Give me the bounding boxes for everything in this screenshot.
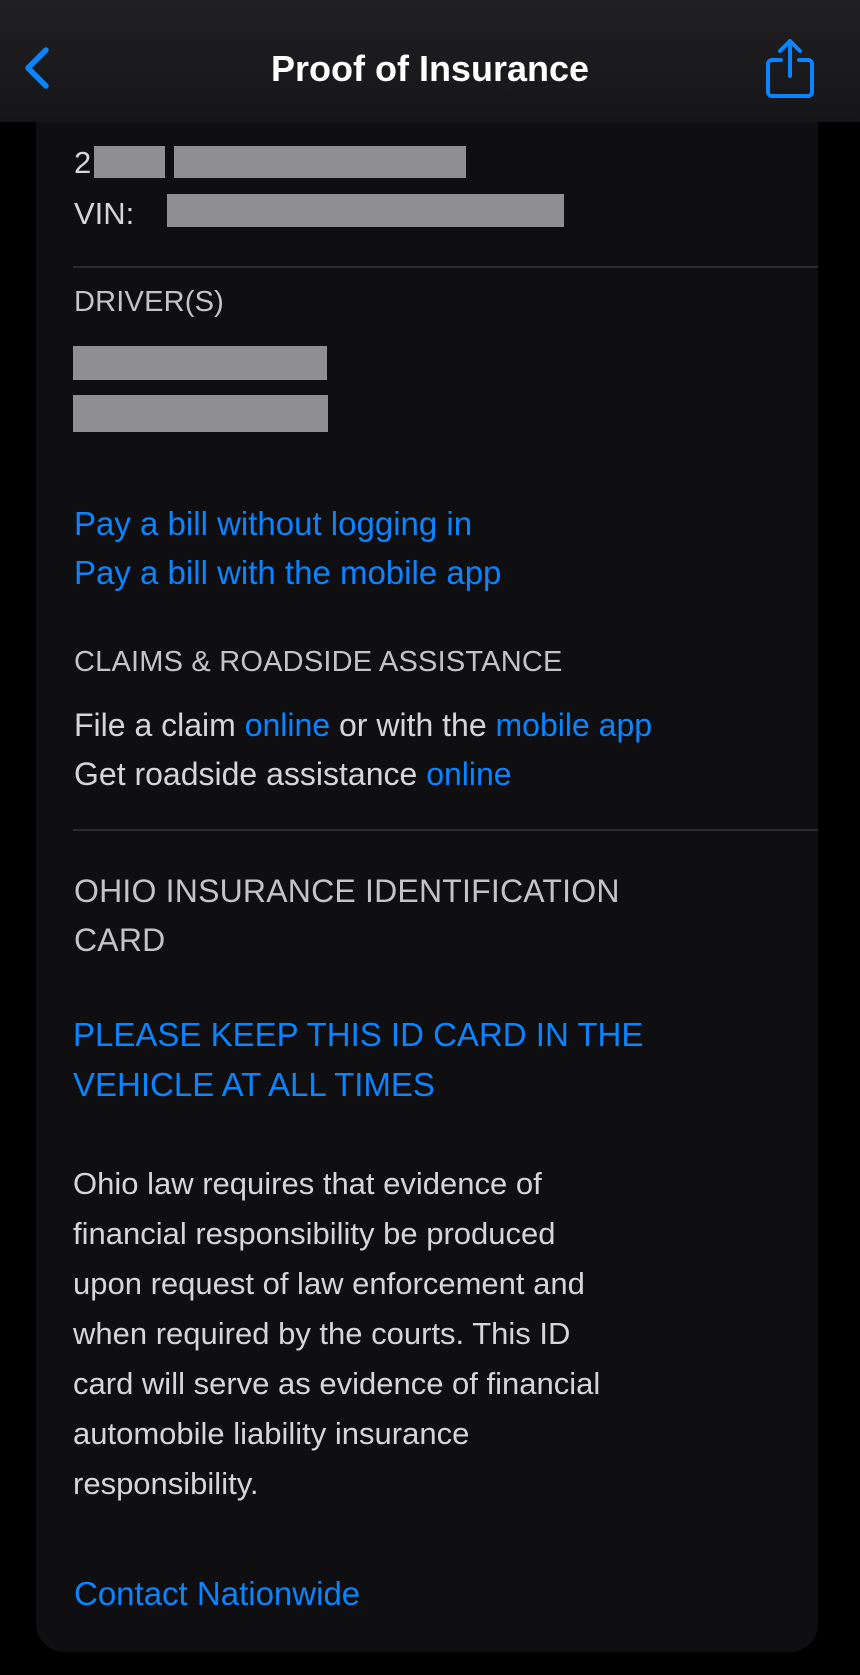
contact-nationwide-link[interactable]: Contact Nationwide [74,1575,360,1613]
file-claim-online-link[interactable]: online [245,707,330,743]
navigation-bar: Proof of Insurance [0,0,860,122]
law-text-line: financial responsibility be produced [73,1216,556,1251]
claims-heading: CLAIMS & ROADSIDE ASSISTANCE [74,646,563,678]
page-title: Proof of Insurance [270,48,590,89]
redacted-driver-2 [73,395,328,432]
file-claim-text: File a claim [74,707,236,743]
law-text-line: upon request of law enforcement and [73,1266,585,1301]
keep-card-notice-line-1: PLEASE KEEP THIS ID CARD IN THE [73,1016,644,1053]
roadside-online-link[interactable]: online [426,756,511,792]
share-button[interactable] [764,38,816,100]
vehicle-year: 2 [74,145,92,180]
redacted-driver-1 [73,346,327,380]
law-text-line: when required by the courts. This ID [73,1316,571,1351]
redacted-vin [167,194,564,227]
drivers-heading: DRIVER(S) [74,286,225,318]
roadside-text: Get roadside assistance [74,756,418,792]
pay-bill-without-login-link[interactable]: Pay a bill without logging in [74,505,472,543]
keep-card-notice-line-2: VEHICLE AT ALL TIMES [73,1066,435,1103]
id-card-heading-line-1: OHIO INSURANCE IDENTIFICATION [74,873,620,909]
redacted-vehicle-model [174,146,466,178]
redacted-vehicle-year [94,146,165,178]
file-claim-middle-text: or with the [339,707,487,743]
roadside-line: Get roadside assistance online [74,755,512,793]
share-icon [766,39,814,98]
pay-bill-mobile-app-link[interactable]: Pay a bill with the mobile app [74,554,501,592]
law-text-line: card will serve as evidence of financial [73,1366,601,1401]
id-card-heading-line-2: CARD [74,922,166,958]
file-claim-line: File a claim online or with the mobile a… [74,706,652,744]
law-text-line: Ohio law requires that evidence of [73,1166,542,1201]
law-text-line: automobile liability insurance [73,1416,470,1451]
law-text-line: responsibility. [73,1466,259,1501]
section-divider [73,266,818,268]
section-divider [73,829,818,831]
file-claim-mobile-app-link[interactable]: mobile app [496,707,653,743]
vin-label: VIN: [74,196,135,231]
